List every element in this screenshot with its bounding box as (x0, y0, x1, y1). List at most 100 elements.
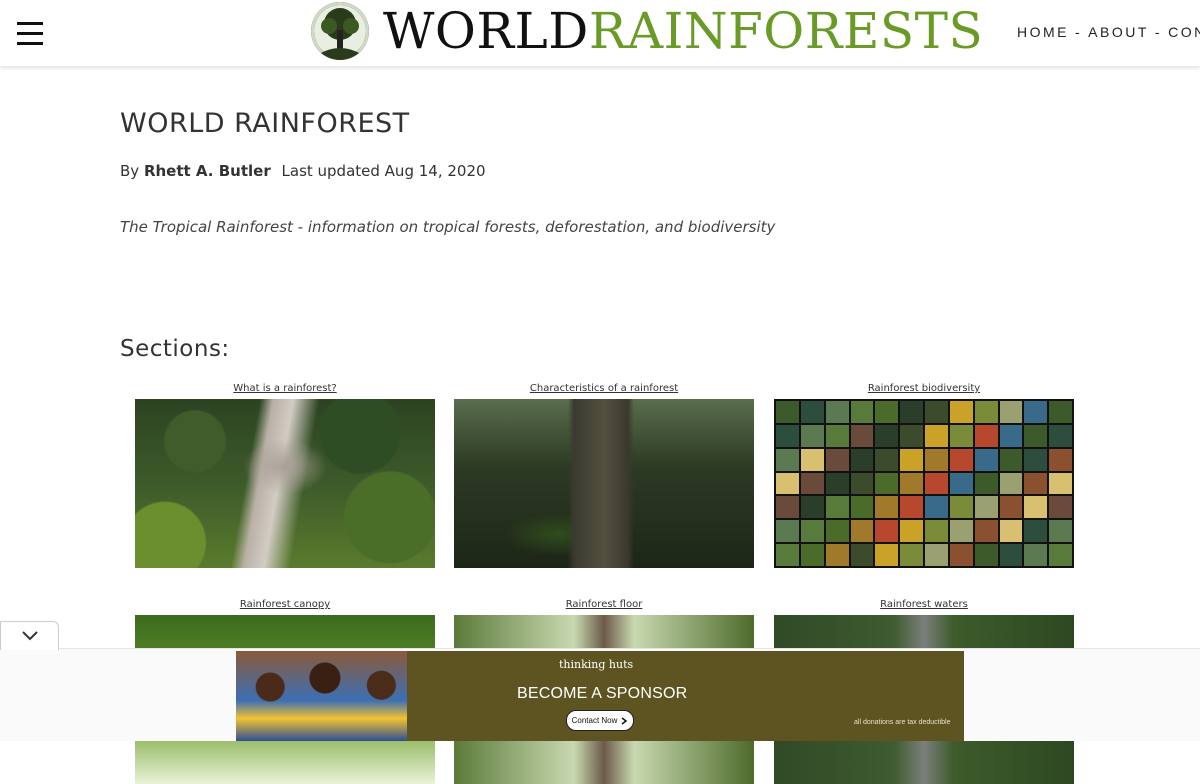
logo-word-rainforests: RAINFORESTS (588, 2, 984, 60)
mosaic-tile (1049, 544, 1072, 566)
mosaic-tile (974, 544, 998, 566)
mosaic-tile (850, 401, 874, 423)
mosaic-tile (875, 472, 899, 495)
nav-contact[interactable]: CON (1168, 24, 1200, 40)
author-name[interactable]: Rhett A. Butler (144, 162, 271, 180)
mosaic-tile (875, 424, 899, 447)
mosaic-tile (974, 496, 998, 519)
mosaic-tile (1049, 424, 1072, 447)
section-image-river-jungle[interactable] (135, 399, 435, 568)
mosaic-tile (850, 424, 874, 447)
mosaic-tile (999, 424, 1023, 447)
sponsor-ad-banner[interactable]: thinking huts BECOME A SPONSOR Contact N… (236, 651, 964, 741)
section-image-forest-tree[interactable] (454, 399, 754, 568)
mosaic-tile (999, 472, 1023, 495)
mosaic-tile (900, 520, 923, 543)
mosaic-tile (949, 472, 973, 495)
mosaic-tile (1049, 496, 1072, 519)
mosaic-tile (1024, 401, 1048, 423)
logo-wordmark: WORLDRAINFORESTS (383, 2, 983, 60)
mosaic-tile (1049, 472, 1072, 495)
mosaic-tile (875, 496, 899, 519)
ad-headline: BECOME A SPONSOR (517, 685, 688, 702)
section-link[interactable]: Characteristics of a rainforest (454, 382, 754, 395)
mosaic-tile (1024, 520, 1048, 543)
section-link[interactable]: Rainforest biodiversity (774, 382, 1074, 395)
top-navigation: HOME-ABOUT-CON (1017, 24, 1200, 40)
mosaic-tile (776, 544, 799, 566)
nav-about[interactable]: ABOUT (1088, 24, 1149, 40)
mosaic-tile (1049, 520, 1072, 543)
by-prefix: By (120, 162, 140, 180)
mosaic-tile (850, 448, 874, 471)
page-subtitle: The Tropical Rainforest - information on… (120, 218, 776, 236)
byline: By Rhett A. Butler Last updated Aug 14, … (120, 162, 486, 180)
ad-brand-name: thinking huts (559, 658, 634, 671)
mosaic-tile (850, 520, 874, 543)
section-card-biodiversity[interactable]: Rainforest biodiversity (774, 382, 1074, 568)
mosaic-tile (825, 401, 849, 423)
mosaic-tile (999, 544, 1023, 566)
mosaic-tile (800, 424, 824, 447)
section-card-characteristics[interactable]: Characteristics of a rainforest (454, 382, 754, 568)
mosaic-tile (949, 401, 973, 423)
mosaic-tile (776, 401, 799, 423)
last-updated: Last updated Aug 14, 2020 (281, 162, 486, 180)
mosaic-tile (776, 496, 799, 519)
logo-word-world: WORLD (383, 2, 589, 60)
mosaic-tile (825, 424, 849, 447)
mosaic-tile (825, 544, 849, 566)
tree-logo-icon (311, 2, 369, 60)
mosaic-tile (949, 496, 973, 519)
nav-separator: - (1075, 24, 1083, 40)
page-title: WORLD RAINFOREST (120, 108, 410, 139)
ad-collapse-button[interactable] (0, 621, 59, 650)
chevron-right-icon (621, 716, 628, 725)
mosaic-tile (925, 544, 948, 566)
mosaic-tile (949, 424, 973, 447)
mosaic-tile (925, 496, 948, 519)
mosaic-tile (825, 496, 849, 519)
section-image-species-mosaic[interactable] (774, 399, 1074, 568)
mosaic-tile (1049, 448, 1072, 471)
mosaic-tile (999, 401, 1023, 423)
mosaic-tile (875, 520, 899, 543)
mosaic-tile (999, 520, 1023, 543)
section-card-what-is[interactable]: What is a rainforest? (135, 382, 435, 568)
mosaic-tile (1024, 472, 1048, 495)
mosaic-tile (974, 424, 998, 447)
mosaic-tile (949, 520, 973, 543)
mosaic-tile (949, 448, 973, 471)
mosaic-tile (925, 401, 948, 423)
mosaic-tile (999, 496, 1023, 519)
section-link[interactable]: Rainforest waters (774, 598, 1074, 611)
mosaic-tile (974, 401, 998, 423)
section-link[interactable]: Rainforest floor (454, 598, 754, 611)
mosaic-tile (776, 520, 799, 543)
mosaic-tile (925, 520, 948, 543)
hamburger-menu-icon[interactable] (17, 22, 43, 46)
nav-home[interactable]: HOME (1017, 24, 1069, 40)
mosaic-tile (900, 496, 923, 519)
mosaic-tile (974, 472, 998, 495)
mosaic-tile (900, 544, 923, 566)
mosaic-tile (1024, 496, 1048, 519)
mosaic-tile (999, 448, 1023, 471)
mosaic-tile (776, 472, 799, 495)
sections-heading: Sections: (120, 336, 230, 362)
mosaic-tile (900, 424, 923, 447)
site-header: WORLDRAINFORESTS HOME-ABOUT-CON (0, 0, 1200, 66)
chevron-down-icon (21, 631, 38, 641)
nav-separator: - (1154, 24, 1163, 40)
mosaic-tile (1024, 448, 1048, 471)
section-link[interactable]: Rainforest canopy (135, 598, 435, 611)
mosaic-tile (974, 520, 998, 543)
site-logo[interactable]: WORLDRAINFORESTS (311, 1, 983, 61)
section-link[interactable]: What is a rainforest? (135, 382, 435, 395)
mosaic-tile (974, 448, 998, 471)
mosaic-tile (1024, 424, 1048, 447)
ad-contact-button[interactable]: Contact Now (566, 710, 634, 731)
ad-button-label: Contact Now (571, 716, 618, 725)
mosaic-tile (800, 448, 824, 471)
mosaic-tile (825, 472, 849, 495)
